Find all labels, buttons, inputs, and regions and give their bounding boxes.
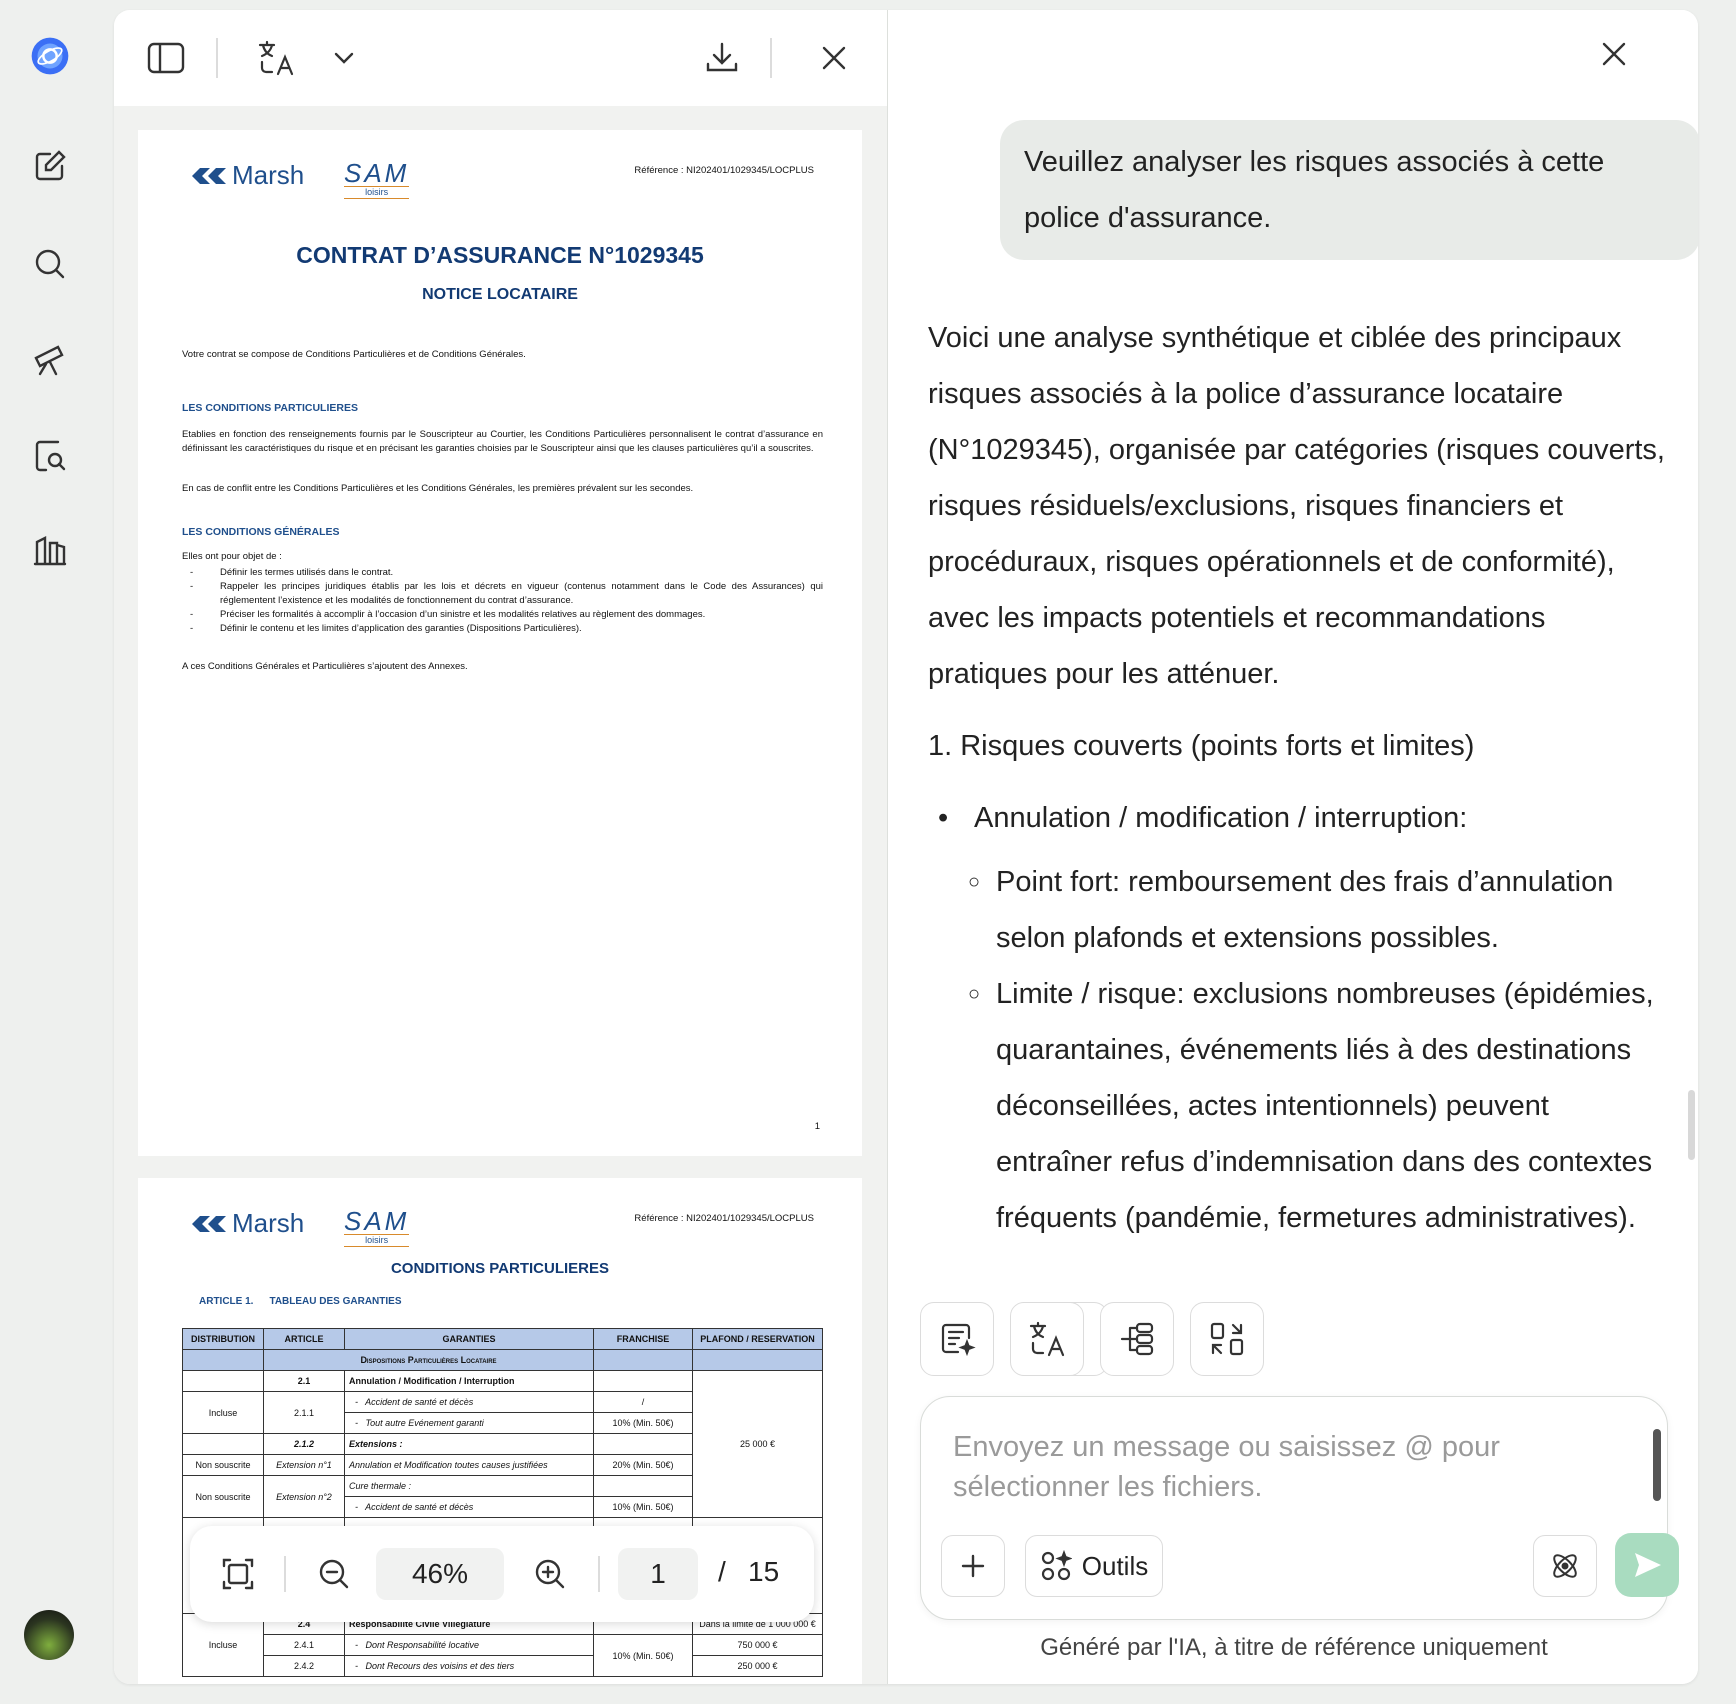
marsh-brand: Marsh	[232, 160, 305, 190]
document-title: CONDITIONS PARTICULIERES	[390, 1260, 610, 1277]
ai-note-tool-visible-button[interactable]	[920, 1302, 994, 1376]
page-total: 15	[748, 1556, 780, 1587]
compare-tool-button[interactable]	[1190, 1302, 1264, 1376]
chat-scrollbar[interactable]	[1688, 1090, 1695, 1160]
section-title: LES CONDITIONS PARTICULIERES	[182, 402, 358, 414]
document-title: CONTRAT D’ASSURANCE N°1029345	[296, 242, 704, 268]
sidebar-toggle-icon[interactable]	[138, 30, 194, 86]
pdf-page-1: Marsh SAM loisirs Référence : NI202401/1…	[138, 130, 862, 1156]
zoom-toolbar: 46% 1 / 15	[190, 1526, 814, 1622]
document-subtitle: NOTICE LOCATAIRE	[422, 286, 578, 303]
list-item: ○ Point fort: remboursement des frais d’a…	[968, 866, 1614, 954]
list-item: - Définir les termes utilisés dans le con…	[190, 567, 394, 578]
message-composer: Envoyez un message ou saisissez @ pour s…	[920, 1396, 1679, 1620]
atom-icon	[1553, 1554, 1577, 1578]
add-attachment-button[interactable]	[941, 1535, 1005, 1597]
table-row: 2.4.1 - Dont Responsabilité locative 10%…	[183, 1634, 823, 1677]
zoom-out-icon[interactable]	[316, 1556, 352, 1597]
table-header-row: DISTRIBUTION ARTICLE GARANTIES FRANCHISE…	[182, 1328, 823, 1350]
sam-brand: SAM	[344, 1206, 410, 1236]
close-pdf-icon[interactable]	[806, 30, 862, 86]
section-paragraph: Elles ont pour objet de :	[182, 551, 282, 562]
message-input[interactable]: Envoyez un message ou saisissez @ pour s…	[953, 1427, 1593, 1507]
list-item: - Rappeler les principes juridiques établ…	[190, 581, 823, 606]
tools-label: Outils	[1081, 1550, 1149, 1581]
close-chat-icon[interactable]	[1600, 40, 1628, 73]
translate-tool-button[interactable]	[1010, 1302, 1084, 1376]
list-item: - Préciser les formalités à accomplir à l…	[190, 609, 706, 620]
article-heading: ARTICLE 1. TABLEAU DES GARANTIES	[199, 1296, 402, 1307]
tools-icon	[1041, 1550, 1072, 1581]
page-separator: /	[718, 1556, 726, 1587]
send-icon	[1635, 1553, 1661, 1577]
reference-text: Référence : NI202401/1029345/LOCPLUS	[634, 165, 814, 176]
pdf-toolbar	[114, 10, 887, 106]
chevron-down-icon[interactable]	[316, 30, 372, 86]
mindmap-tool-button[interactable]	[1100, 1302, 1174, 1376]
input-scrollbar[interactable]	[1653, 1429, 1661, 1501]
assistant-answer: Voici une analyse synthétique et ciblée …	[928, 310, 1668, 1246]
marsh-brand: Marsh	[232, 1208, 305, 1238]
page-number: 1	[814, 1121, 820, 1132]
table-row: Dispositions Particulières Locataire	[182, 1349, 823, 1371]
section-paragraph: A ces Conditions Générales et Particuliè…	[182, 661, 468, 672]
page-input[interactable]: 1	[618, 1548, 698, 1600]
sam-logo: SAM loisirs	[344, 1206, 410, 1247]
marsh-logo: Marsh	[190, 1208, 304, 1239]
intro-text: Votre contrat se compose de Conditions P…	[182, 349, 526, 360]
plus-icon	[961, 1554, 985, 1578]
sam-logo: SAM loisirs	[344, 158, 410, 199]
tools-button[interactable]: Outils	[1025, 1535, 1163, 1597]
list-item: - Définir le contenu et les limites d’app…	[190, 623, 582, 634]
table-row: 2.1 Annulation / Modification / Interrup…	[182, 1370, 823, 1518]
download-icon[interactable]	[694, 30, 750, 86]
section-paragraph: En cas de conflit entre les Conditions P…	[182, 483, 694, 494]
ai-disclaimer: Généré par l'IA, à titre de référence un…	[1040, 1634, 1548, 1661]
answer-heading: 1. Risques couverts (points forts et lim…	[928, 730, 1475, 762]
pdf-viewer: Marsh SAM loisirs Référence : NI202401/1…	[114, 10, 888, 1684]
atom-mode-button[interactable]	[1533, 1535, 1597, 1597]
guarantees-table: DISTRIBUTION ARTICLE GARANTIES FRANCHISE…	[182, 1328, 823, 1677]
zoom-in-icon[interactable]	[532, 1556, 568, 1597]
avatar[interactable]	[24, 1610, 74, 1660]
library-icon[interactable]	[26, 526, 74, 574]
fit-page-icon[interactable]	[218, 1554, 258, 1599]
search-icon[interactable]	[26, 240, 74, 288]
conditions-list: - Définir les termes utilisés dans le con…	[182, 566, 823, 636]
send-button[interactable]	[1615, 1533, 1679, 1597]
toolbar-divider	[284, 1556, 286, 1592]
translate-icon[interactable]	[248, 30, 304, 86]
app-logo-icon[interactable]	[26, 32, 74, 80]
zoom-level[interactable]: 46%	[376, 1548, 504, 1600]
toolbar-divider	[216, 38, 218, 78]
reference-text: Référence : NI202401/1029345/LOCPLUS	[634, 1213, 814, 1224]
section-title: LES CONDITIONS GÉNÉRALES	[182, 526, 340, 538]
user-message: Veuillez analyser les risques associés à…	[1000, 120, 1698, 260]
toolbar-divider	[598, 1556, 600, 1592]
list-item: ○ Limite / risque: exclusions nombreuses …	[968, 978, 1654, 1234]
toolbar-divider	[770, 38, 772, 78]
answer-intro: Voici une analyse synthétique et ciblée …	[928, 322, 1665, 690]
section-paragraph: Etablies en fonction des renseignements …	[182, 429, 823, 454]
document-search-icon[interactable]	[26, 432, 74, 480]
sam-brand: SAM	[344, 158, 410, 188]
list-item: • Annulation / modification / interruptio…	[938, 802, 1468, 834]
marsh-logo: Marsh	[190, 160, 304, 191]
telescope-icon[interactable]	[26, 334, 74, 382]
fade-overlay	[888, 1240, 1698, 1280]
table-row: 2.4.2 - Dont Recours des voisins et des …	[183, 1655, 823, 1677]
new-chat-icon[interactable]	[26, 142, 74, 190]
